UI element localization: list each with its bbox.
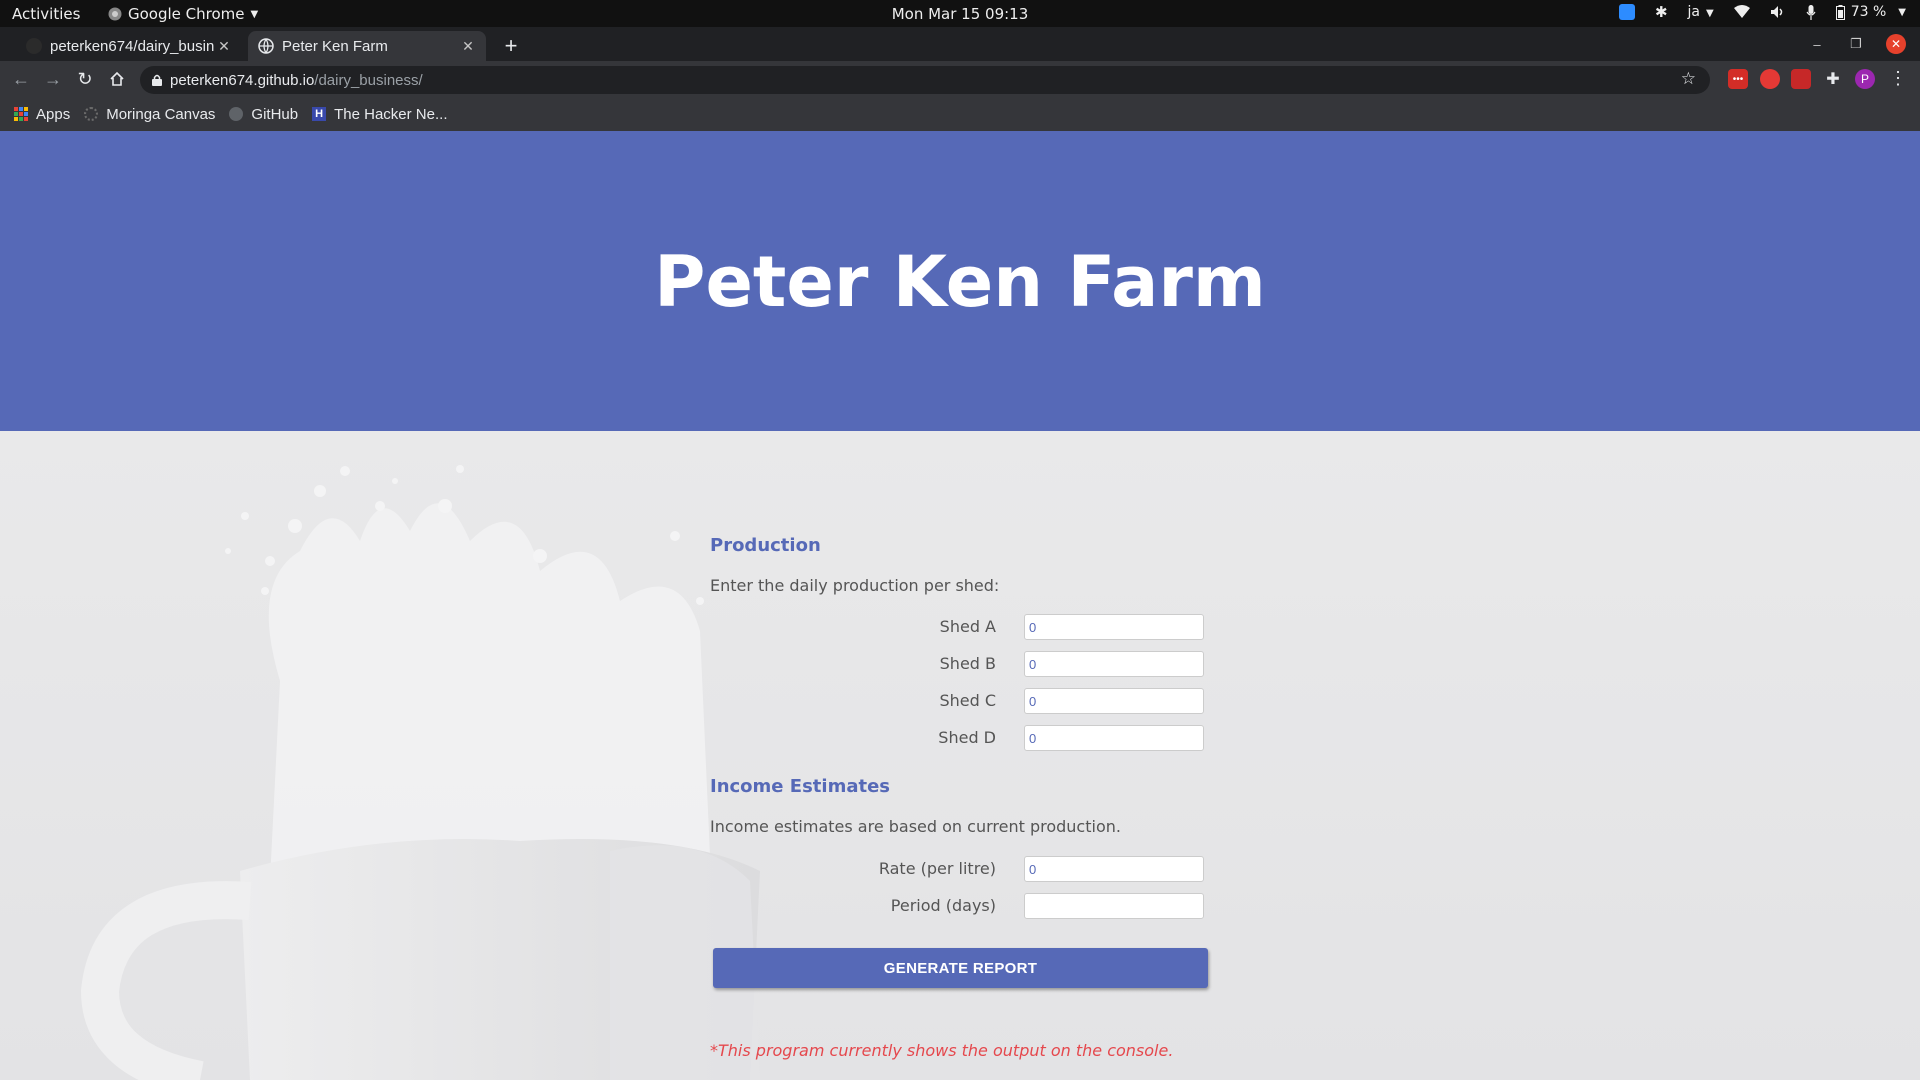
tab-title: Peter Ken Farm: [282, 37, 388, 55]
app-menu[interactable]: Google Chrome ▼: [108, 5, 258, 23]
shed-c-input[interactable]: [1024, 688, 1204, 714]
profile-avatar[interactable]: P: [1855, 69, 1875, 89]
hero-banner: Peter Ken Farm: [0, 131, 1920, 431]
chrome-app-icon: [108, 7, 122, 21]
new-tab-plus-icon[interactable]: +: [498, 33, 524, 59]
bookmark-github[interactable]: GitHub: [229, 106, 298, 123]
close-icon[interactable]: ✕: [458, 38, 478, 55]
adblock-extension-icon[interactable]: [1760, 69, 1780, 89]
shed-b-input[interactable]: [1024, 651, 1204, 677]
chevron-down-icon: ▼: [1898, 6, 1906, 18]
system-tray[interactable]: ✱ ja ▼ 73 % ▼: [1618, 3, 1906, 21]
period-label: Period (days): [890, 896, 996, 915]
shed-a-input[interactable]: [1024, 614, 1204, 640]
page-title: Peter Ken Farm: [654, 241, 1266, 323]
shed-b-label: Shed B: [939, 654, 996, 673]
bookmark-star-icon[interactable]: ☆: [1681, 69, 1696, 89]
shed-c-label: Shed C: [939, 691, 996, 710]
production-description: Enter the daily production per shed:: [710, 576, 1000, 595]
tab-active[interactable]: Peter Ken Farm ✕: [248, 31, 486, 61]
shed-b-row: Shed B: [710, 651, 1206, 679]
console-output-note: *This program currently shows the output…: [710, 1041, 1174, 1060]
minimize-icon[interactable]: –: [1807, 34, 1827, 54]
slack-icon[interactable]: ✱: [1655, 3, 1668, 21]
income-description: Income estimates are based on current pr…: [710, 817, 1121, 836]
window-close-icon[interactable]: ✕: [1886, 34, 1906, 54]
bookmarks-bar: Apps Moringa Canvas GitHub H The Hacker …: [0, 97, 1920, 132]
restore-icon[interactable]: ❐: [1846, 34, 1866, 54]
browser-toolbar: ← → ↻ peterken674.github.io/dairy_busine…: [0, 61, 1920, 97]
production-heading: Production: [710, 535, 821, 556]
address-bar[interactable]: peterken674.github.io/dairy_business/ ☆: [140, 66, 1710, 94]
income-heading: Income Estimates: [710, 776, 890, 797]
shed-d-row: Shed D: [710, 725, 1206, 753]
extensions-puzzle-icon[interactable]: ✚: [1823, 69, 1843, 89]
rate-label: Rate (per litre): [878, 859, 996, 878]
wifi-icon[interactable]: [1733, 5, 1750, 19]
web-page: Peter Ken Farm Production Enter the dail…: [0, 131, 1920, 1080]
rate-row: Rate (per litre): [710, 856, 1206, 884]
bookmark-moringa-canvas[interactable]: Moringa Canvas: [84, 106, 215, 123]
shed-a-label: Shed A: [939, 617, 996, 636]
activities-button[interactable]: Activities: [12, 5, 80, 23]
shed-a-row: Shed A: [710, 614, 1206, 642]
bookmark-hacker-news[interactable]: H The Hacker Ne...: [312, 106, 447, 123]
generate-report-button[interactable]: GENERATE REPORT: [713, 948, 1208, 988]
rate-input[interactable]: [1024, 856, 1204, 882]
forward-arrow-icon[interactable]: →: [41, 67, 65, 91]
content-area: Production Enter the daily production pe…: [0, 431, 1920, 1080]
back-arrow-icon[interactable]: ←: [9, 67, 33, 91]
app-menu-label: Google Chrome: [128, 5, 245, 23]
bookmark-apps[interactable]: Apps: [14, 106, 70, 123]
chevron-down-icon: ▼: [250, 8, 259, 20]
bookmark-label: The Hacker Ne...: [334, 105, 448, 123]
shed-d-input[interactable]: [1024, 725, 1204, 751]
canvas-icon: [84, 107, 99, 121]
tab-github[interactable]: peterken674/dairy_business ✕: [16, 31, 242, 61]
period-input[interactable]: [1024, 893, 1204, 919]
github-icon: [229, 107, 244, 121]
microphone-icon[interactable]: [1806, 4, 1816, 20]
url-domain: peterken674.github.io: [170, 71, 315, 89]
system-top-bar: Activities Google Chrome ▼ Mon Mar 15 09…: [0, 0, 1920, 27]
home-icon[interactable]: [105, 67, 129, 91]
tab-title: peterken674/dairy_business: [50, 37, 214, 55]
period-row: Period (days): [710, 893, 1206, 921]
hacker-news-icon: H: [312, 107, 327, 121]
lastpass-extension-icon[interactable]: •••: [1728, 69, 1748, 89]
zoom-icon[interactable]: [1618, 4, 1635, 20]
tab-strip: peterken674/dairy_business ✕ Peter Ken F…: [0, 27, 1920, 61]
volume-icon[interactable]: [1770, 5, 1786, 19]
url-path: /dairy_business/: [314, 71, 423, 89]
input-method-indicator[interactable]: ja ▼: [1688, 4, 1714, 20]
menu-dots-icon[interactable]: ⋮: [1888, 68, 1908, 89]
bookmark-label: GitHub: [251, 105, 299, 123]
shed-c-row: Shed C: [710, 688, 1206, 716]
lock-icon[interactable]: [152, 74, 162, 86]
battery-icon: [1835, 4, 1845, 20]
battery-percent: 73 %: [1850, 4, 1887, 20]
github-icon: [26, 38, 42, 54]
reload-icon[interactable]: ↻: [73, 67, 97, 91]
red-extension-icon[interactable]: [1791, 69, 1811, 89]
globe-icon: [258, 38, 274, 54]
shed-d-label: Shed D: [938, 728, 996, 747]
bookmark-label: Moringa Canvas: [106, 105, 216, 123]
clock[interactable]: Mon Mar 15 09:13: [892, 5, 1029, 23]
close-icon[interactable]: ✕: [214, 38, 234, 55]
apps-grid-icon: [14, 107, 28, 121]
bookmark-label: Apps: [36, 105, 71, 123]
battery-indicator[interactable]: 73 % ▼: [1835, 4, 1906, 20]
